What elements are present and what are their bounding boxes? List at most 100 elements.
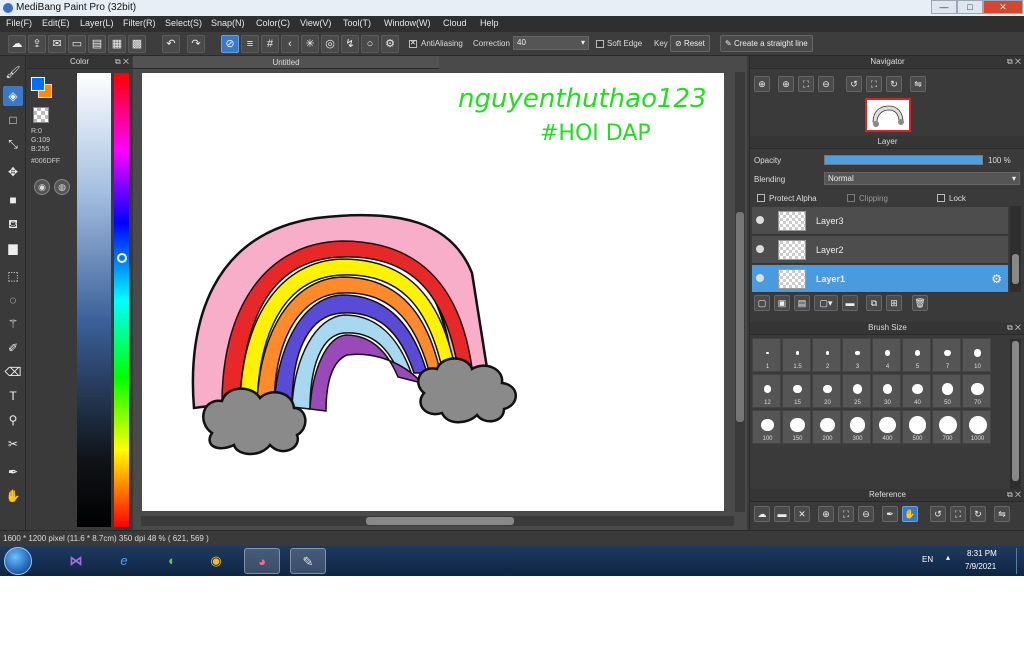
menu-tool[interactable]: Tool(T): [343, 18, 371, 28]
vanishing-snap-icon[interactable]: ‹: [281, 35, 299, 53]
rotate-right-icon[interactable]: ↻: [886, 76, 902, 92]
transparent-color-swatch[interactable]: [33, 107, 49, 123]
fill-tool-icon[interactable]: ⛾: [3, 214, 23, 234]
layer-row-layer1[interactable]: Layer1 ⚙: [752, 265, 1008, 293]
eraser-tool-icon[interactable]: ◈: [3, 86, 23, 106]
dot-tool-icon[interactable]: □: [3, 110, 23, 130]
hand-tool-icon[interactable]: ✋: [3, 486, 23, 506]
hand-icon[interactable]: ✋: [902, 506, 918, 522]
menu-view[interactable]: View(V): [300, 18, 331, 28]
layer-settings-gear-icon[interactable]: ⚙: [991, 272, 1002, 286]
hue-slider-handle[interactable]: [117, 253, 127, 263]
menu-snap[interactable]: Snap(N): [211, 18, 245, 28]
medibang-paint-taskbar-icon[interactable]: ◕: [244, 548, 280, 574]
snap-settings-icon[interactable]: ⚙: [381, 35, 399, 53]
tray-expand-icon[interactable]: ▴: [946, 553, 950, 562]
brush-size-cell[interactable]: 3: [842, 338, 871, 372]
panel-close-icon[interactable]: ⧉ ✕: [1007, 322, 1021, 334]
canvas-tab[interactable]: Untitled: [133, 56, 439, 69]
brush-tool-icon[interactable]: 🖌: [3, 62, 23, 82]
comment-icon[interactable]: ✉: [48, 35, 66, 53]
folder-icon[interactable]: ▬: [842, 295, 858, 311]
chrome-icon[interactable]: ◉: [198, 548, 234, 574]
grid-icon[interactable]: ▩: [128, 35, 146, 53]
brush-size-cell[interactable]: 70: [962, 374, 991, 408]
blending-select[interactable]: Normal ▾: [824, 172, 1020, 185]
layer-row-layer2[interactable]: Layer2: [752, 236, 1008, 264]
hue-slider[interactable]: [114, 73, 129, 527]
brush-size-scrollbar[interactable]: [1010, 339, 1021, 489]
layer-row-layer3[interactable]: Layer3: [752, 207, 1008, 235]
parallel-snap-icon[interactable]: ≡: [241, 35, 259, 53]
snap-off-icon[interactable]: ⊘: [221, 35, 239, 53]
menu-window[interactable]: Window(W): [384, 18, 431, 28]
duplicate-layer-icon[interactable]: ⧉: [866, 295, 882, 311]
zoom-in-icon[interactable]: ⊕: [818, 506, 834, 522]
new-layer-8bit-icon[interactable]: ▣: [774, 295, 790, 311]
document-icon[interactable]: ▤: [88, 35, 106, 53]
select-tool-icon[interactable]: ⬚: [3, 266, 23, 286]
brush-size-cell[interactable]: 100: [752, 410, 781, 444]
layer-scrollbar[interactable]: [1010, 206, 1021, 292]
vertical-scroll-thumb[interactable]: [736, 212, 744, 422]
coccoc-browser-icon[interactable]: ◐: [154, 548, 190, 574]
brush-size-cell[interactable]: 150: [782, 410, 811, 444]
upload-icon[interactable]: ⇪: [28, 35, 46, 53]
brush-size-cell[interactable]: 25: [842, 374, 871, 408]
show-desktop-button[interactable]: [1016, 548, 1022, 574]
zoom-in-alt-icon[interactable]: ⊕: [778, 76, 794, 92]
clock-time[interactable]: 8:31 PM: [967, 549, 997, 558]
zoom-out-icon[interactable]: ⊖: [858, 506, 874, 522]
actual-size-icon[interactable]: ⛶: [866, 76, 882, 92]
language-indicator[interactable]: EN: [922, 555, 933, 564]
horizontal-scroll-thumb[interactable]: [366, 517, 514, 525]
flip-icon[interactable]: ⇋: [910, 76, 926, 92]
minimize-button[interactable]: —: [931, 0, 957, 14]
brush-size-cell[interactable]: 300: [842, 410, 871, 444]
clipping-checkbox[interactable]: [847, 194, 855, 202]
visual-studio-icon[interactable]: ⋈: [58, 548, 94, 574]
open-folder-icon[interactable]: ▬: [774, 506, 790, 522]
gradient-tool-icon[interactable]: ▆: [3, 238, 23, 258]
canvas-vertical-scrollbar[interactable]: [735, 72, 745, 512]
color-wheel-icon[interactable]: ◉: [34, 179, 50, 195]
pages-icon[interactable]: ▦: [108, 35, 126, 53]
add-layer-menu-icon[interactable]: ▢▾: [814, 295, 838, 311]
panel-close-icon[interactable]: ⧉ ✕: [115, 56, 129, 68]
fit-icon[interactable]: ⛶: [798, 76, 814, 92]
new-layer-1bit-icon[interactable]: ▤: [794, 295, 810, 311]
menu-cloud[interactable]: Cloud: [443, 18, 467, 28]
correction-select[interactable]: 40 ▾: [513, 36, 589, 50]
canvas-horizontal-scrollbar[interactable]: [141, 516, 734, 526]
start-button[interactable]: [4, 547, 32, 575]
close-reference-icon[interactable]: ✕: [794, 506, 810, 522]
layer-scroll-thumb[interactable]: [1012, 254, 1019, 284]
saturation-value-picker[interactable]: [77, 73, 111, 527]
brush-size-cell[interactable]: 2: [812, 338, 841, 372]
zoom-in-icon[interactable]: ⊕: [754, 76, 770, 92]
flip-icon[interactable]: ⇋: [994, 506, 1010, 522]
menu-edit[interactable]: Edit(E): [42, 18, 70, 28]
radial-snap-icon[interactable]: ✳: [301, 35, 319, 53]
visibility-eye-icon[interactable]: [756, 245, 764, 253]
paint-taskbar-icon[interactable]: ✎: [290, 548, 326, 574]
divide-tool-icon[interactable]: ✂: [3, 434, 23, 454]
fit-icon[interactable]: ⛶: [838, 506, 854, 522]
brush-size-cell[interactable]: 1000: [962, 410, 991, 444]
redo-icon[interactable]: ↷: [187, 35, 205, 53]
brush-size-cell[interactable]: 500: [902, 410, 931, 444]
actual-size-icon[interactable]: ⛶: [950, 506, 966, 522]
brush-size-cell[interactable]: 400: [872, 410, 901, 444]
brush-size-cell[interactable]: 700: [932, 410, 961, 444]
brush-size-cell[interactable]: 40: [902, 374, 931, 408]
internet-explorer-icon[interactable]: e: [106, 548, 142, 574]
chat-icon[interactable]: ▭: [68, 35, 86, 53]
navigator-preview[interactable]: [865, 98, 911, 132]
shape-tool-icon[interactable]: ■: [3, 190, 23, 210]
opacity-slider[interactable]: [824, 155, 983, 165]
brush-size-cell[interactable]: 5: [902, 338, 931, 372]
stroke-tool-icon[interactable]: ⤡: [3, 134, 23, 154]
undo-icon[interactable]: ↶: [162, 35, 180, 53]
brush-size-cell[interactable]: 4: [872, 338, 901, 372]
menu-filter[interactable]: Filter(R): [123, 18, 156, 28]
